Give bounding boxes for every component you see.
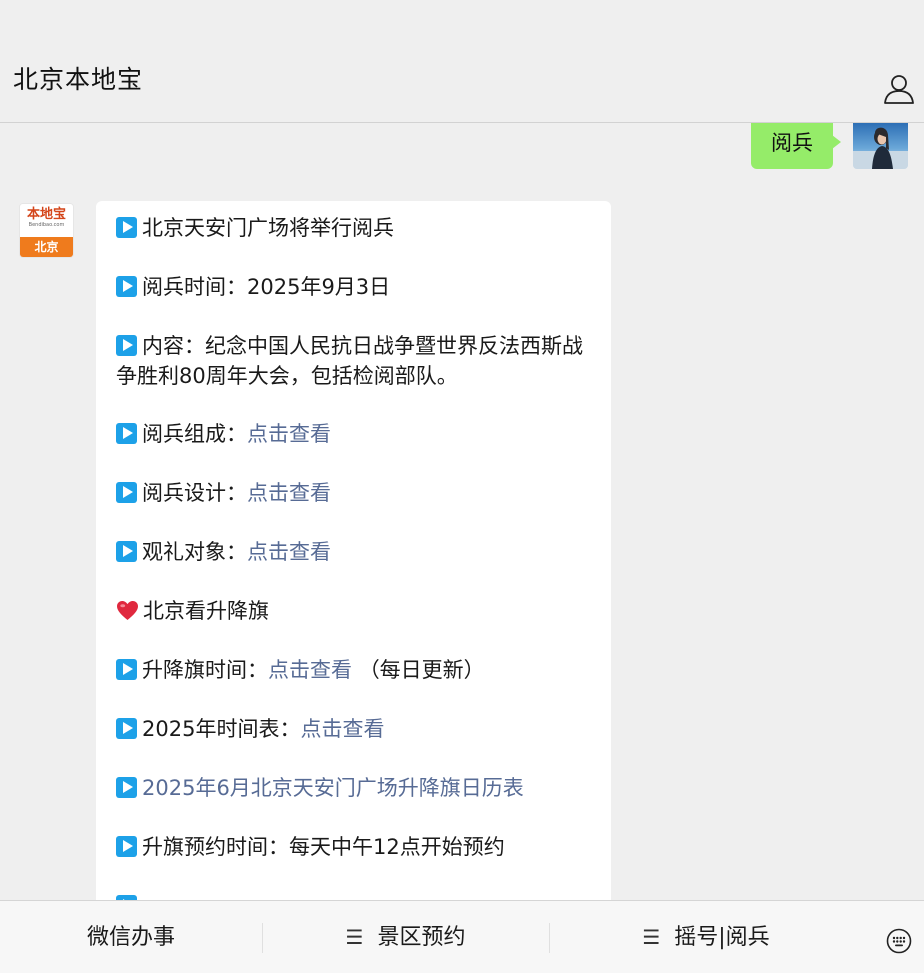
line-text: 北京天安门广场将举行阅兵 [142,216,394,240]
menu-list-icon: ☰ [642,925,661,949]
line-text: 升旗预约时间：每天中午12点开始预约 [142,835,505,859]
line-label: 阅兵组成： [142,422,247,446]
message-line: 升旗预约时间：每天中午12点开始预约 [116,832,593,862]
bot-avatar-url: Bendibao.com [28,222,65,228]
play-icon [116,777,137,798]
play-icon [116,482,137,503]
line-label: 阅兵设计： [142,481,247,505]
menu-label: 景区预约 [377,925,466,950]
menu-lottery-parade[interactable]: ☰ 摇号|阅兵 [549,901,863,973]
play-icon [116,423,137,444]
play-icon [116,836,137,857]
user-avatar-image [853,127,908,169]
calendar-link[interactable]: 2025年6月北京天安门广场升降旗日历表 [142,776,524,800]
message-line: 阅兵时间：2025年9月3日 [116,272,593,302]
play-icon [116,541,137,562]
bot-message-bubble: 北京天安门广场将举行阅兵 阅兵时间：2025年9月3日 内容：纪念中国人民抗日战… [96,201,611,900]
keyboard-toggle-icon[interactable] [886,928,912,954]
chat-title: 北京本地宝 [13,65,144,94]
menu-weixin-services[interactable]: 微信办事 [0,901,262,973]
message-line: 阅兵设计：点击查看 [116,478,593,508]
message-line: 北京天安门广场将举行阅兵 [116,213,593,243]
play-icon [116,217,137,238]
view-link[interactable]: 点击查看 [268,658,352,682]
view-link[interactable]: 点击查看 [247,422,331,446]
bot-avatar-city: 北京 [20,237,73,257]
message-line-partial [116,891,593,900]
message-line: 2025年时间表：点击查看 [116,714,593,744]
play-icon [116,335,137,356]
line-label: 观礼对象： [142,540,247,564]
view-link[interactable]: 点击查看 [247,481,331,505]
play-icon [116,718,137,739]
line-suffix: （每日更新） [358,658,485,682]
bot-avatar-brand: 本地宝 [26,207,66,222]
menu-label: 摇号|阅兵 [674,925,770,950]
chat-header: 北京本地宝 [0,0,924,123]
view-link[interactable]: 点击查看 [300,717,384,741]
line-text: 内容：纪念中国人民抗日战争暨世界反法西斯战争胜利80周年大会，包括检阅部队。 [116,334,583,388]
line-text: 阅兵时间：2025年9月3日 [142,275,391,299]
message-line: 北京看升降旗 [116,596,593,626]
line-label: 升降旗时间： [142,658,268,682]
bot-avatar[interactable]: 本地宝 Bendibao.com 北京 [19,203,74,258]
heart-icon [117,600,138,621]
profile-icon[interactable] [882,72,916,106]
line-text: 北京看升降旗 [143,599,269,623]
line-label: 2025年时间表： [142,717,301,741]
bottom-menu-bar: 微信办事 ☰ 景区预约 ☰ 摇号|阅兵 [0,900,924,973]
message-line: 升降旗时间：点击查看 （每日更新） [116,655,593,685]
user-message-row: 阅兵 [708,123,908,171]
menu-list-icon: ☰ [345,925,364,949]
play-icon [116,659,137,680]
chat-area[interactable]: 阅兵 本地宝 Bendibao.com 北京 北京天安门广场将举行阅兵 阅兵时间… [0,123,924,900]
message-line: 2025年6月北京天安门广场升降旗日历表 [116,773,593,803]
user-avatar[interactable] [853,123,908,169]
user-message-bubble[interactable]: 阅兵 [751,123,841,169]
menu-label: 微信办事 [86,925,175,950]
view-link[interactable]: 点击查看 [247,540,331,564]
message-line: 观礼对象：点击查看 [116,537,593,567]
menu-scenic-booking[interactable]: ☰ 景区预约 [262,901,549,973]
play-icon [116,276,137,297]
message-line: 内容：纪念中国人民抗日战争暨世界反法西斯战争胜利80周年大会，包括检阅部队。 [116,331,593,391]
message-line: 阅兵组成：点击查看 [116,419,593,449]
bot-avatar-upper: 本地宝 Bendibao.com [20,204,73,238]
